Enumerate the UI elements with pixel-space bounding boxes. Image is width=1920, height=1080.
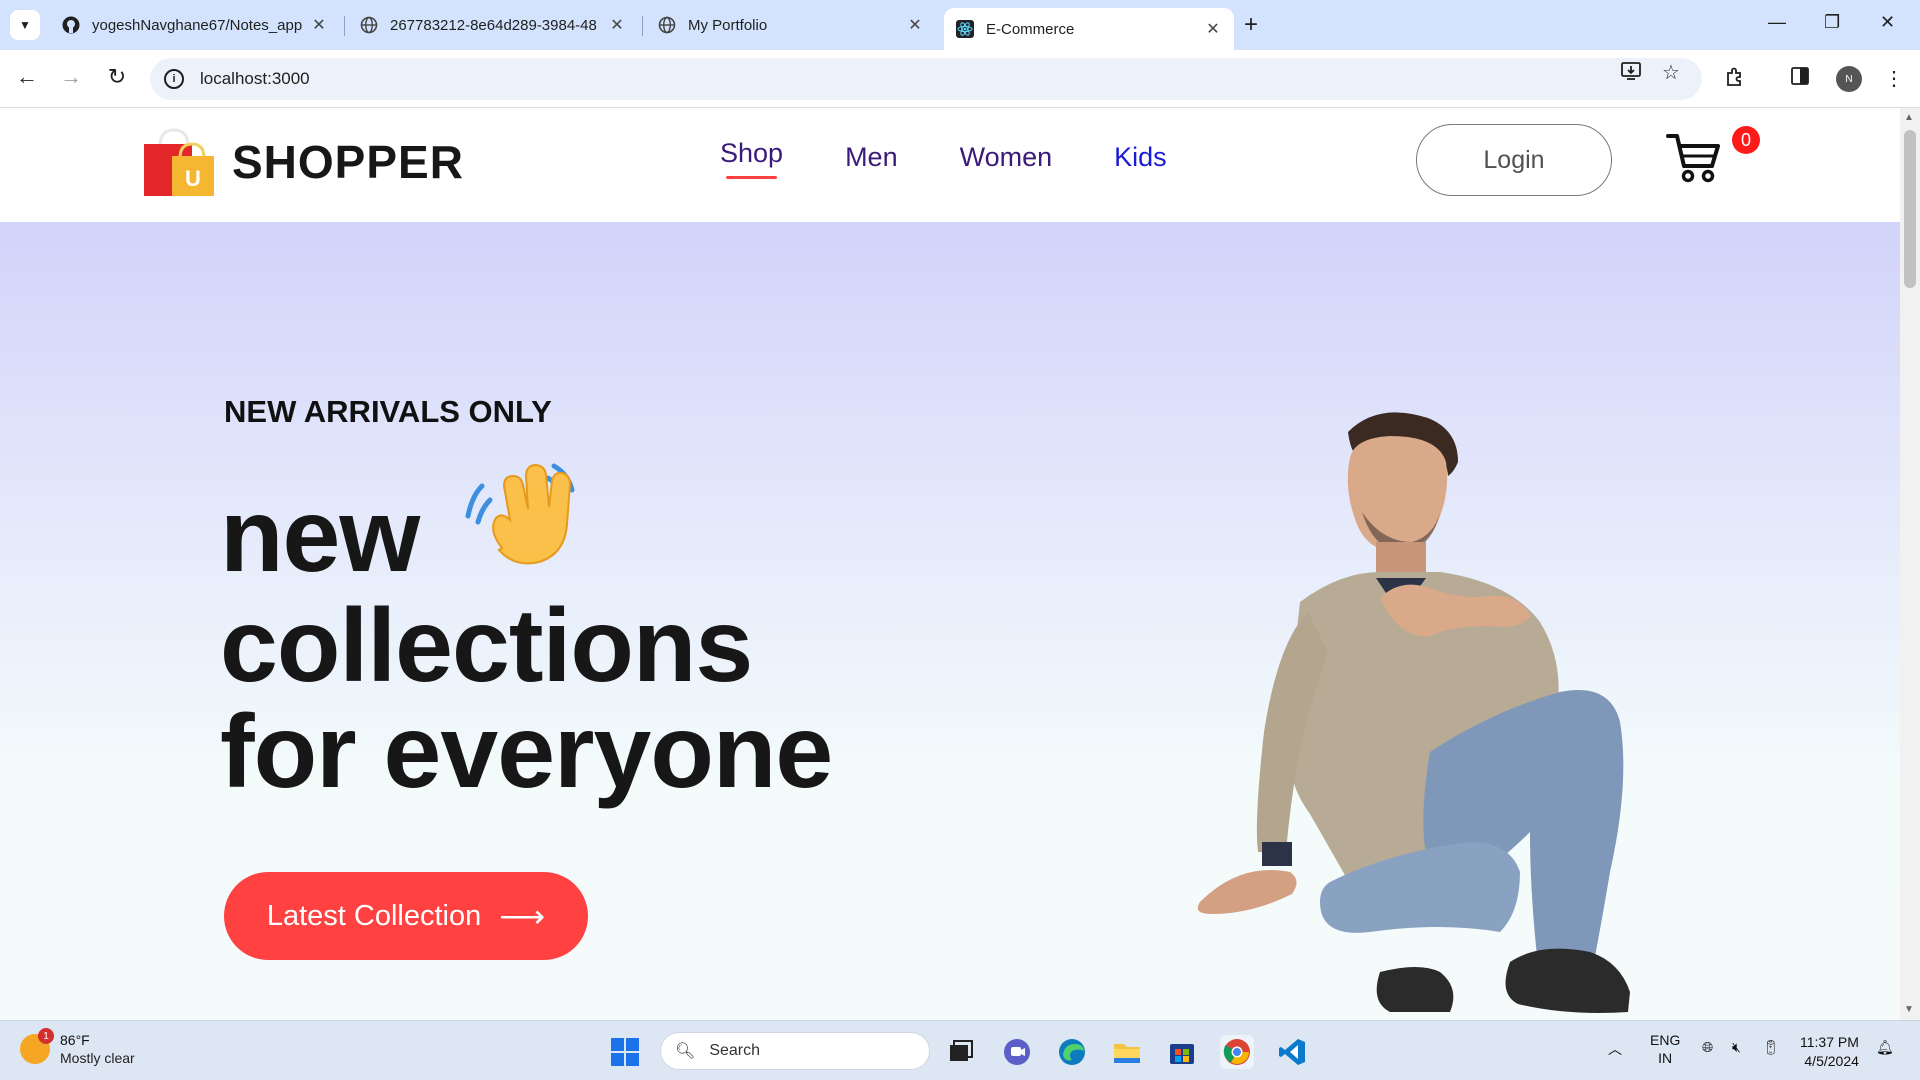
latest-collection-button[interactable]: Latest Collection ⟶ [224, 872, 588, 960]
tab-e-commerce[interactable]: E-Commerce ✕ [944, 8, 1234, 50]
menu-item-label: Men [845, 142, 898, 172]
cart-count-badge: 0 [1732, 126, 1760, 154]
shopping-bag-icon: U [142, 126, 216, 198]
vscode-icon[interactable] [1275, 1035, 1309, 1069]
reload-icon[interactable]: ↻ [102, 64, 132, 90]
tab-notes-app[interactable]: yogeshNavghane67/Notes_app ✕ [50, 8, 340, 42]
windows-taskbar: 1 86°F Mostly clear 🔍︎ Search ︿ ENG IN 🌐… [0, 1020, 1920, 1080]
tab-title: E-Commerce [986, 20, 1075, 38]
active-underline [726, 176, 778, 179]
react-icon [956, 20, 974, 38]
system-clock[interactable]: 11:37 PM 4/5/2024 [1800, 1033, 1859, 1071]
tab-search-button[interactable]: ▼ [10, 10, 40, 40]
back-arrow-icon[interactable]: ← [12, 64, 42, 90]
shop-logo[interactable]: U SHOPPER [142, 126, 464, 198]
tab-separator [642, 16, 643, 36]
weather-sun-icon: 1 [20, 1028, 54, 1064]
weather-condition: Mostly clear [60, 1050, 135, 1066]
menu-item-kids[interactable]: Kids [1114, 142, 1167, 173]
scroll-up-icon[interactable]: ▲ [1904, 112, 1914, 123]
tab-title: 267783212-8e64d289-3984-48 [390, 16, 597, 34]
menu-item-men[interactable]: Men [845, 142, 898, 173]
menu-item-women[interactable]: Women [960, 142, 1053, 173]
language-indicator[interactable]: ENG IN [1650, 1031, 1680, 1067]
hero-headline-line1: new [220, 478, 420, 594]
chevron-down-icon: ▼ [19, 18, 31, 32]
brand-name: SHOPPER [232, 136, 464, 188]
more-menu-icon[interactable]: ⋮ [1884, 66, 1904, 91]
site-info-icon[interactable]: i [164, 69, 184, 89]
close-icon[interactable]: ✕ [608, 15, 626, 35]
minimize-icon[interactable]: — [1768, 12, 1786, 33]
hero-headline-line2: collections [220, 588, 753, 704]
tab-image[interactable]: 267783212-8e64d289-3984-48 ✕ [348, 8, 638, 42]
forward-arrow-icon[interactable]: → [56, 64, 86, 90]
tab-title: yogeshNavghane67/Notes_app [92, 16, 302, 34]
weather-widget[interactable]: 1 86°F Mostly clear [20, 1028, 135, 1067]
tab-my-portfolio[interactable]: My Portfolio ✕ [646, 8, 936, 42]
browser-tab-strip: ▼ yogeshNavghane67/Notes_app ✕ 267783212… [0, 0, 1920, 50]
cta-label: Latest Collection [266, 899, 482, 932]
hero-headline-line3: for everyone [220, 694, 833, 810]
scrollbar-thumb[interactable] [1904, 130, 1916, 288]
hero-section: NEW ARRIVALS ONLY new collections for ev… [0, 222, 1900, 1020]
waving-hand-icon [462, 456, 588, 583]
hero-model-image [1180, 402, 1680, 1020]
scroll-down-icon[interactable]: ▼ [1904, 1004, 1914, 1015]
globe-icon [360, 16, 378, 34]
close-icon[interactable]: ✕ [310, 15, 328, 35]
install-app-icon[interactable] [1620, 60, 1642, 88]
menu-item-shop[interactable]: Shop [720, 138, 784, 179]
close-icon[interactable]: ✕ [906, 15, 924, 35]
file-explorer-icon[interactable] [1110, 1035, 1144, 1069]
page-scrollbar[interactable]: ▲ ▼ [1900, 108, 1920, 1020]
taskbar-search-placeholder: Search [709, 1042, 761, 1059]
speaker-muted-icon[interactable]: 🔇︎ [1732, 1039, 1741, 1056]
weather-badge: 1 [38, 1028, 54, 1044]
menu-item-label: Shop [720, 138, 784, 168]
hero-kicker: NEW ARRIVALS ONLY [224, 394, 552, 429]
teams-chat-icon[interactable] [1000, 1035, 1034, 1069]
network-globe-icon[interactable]: 🌐︎ [1702, 1039, 1713, 1056]
url-text[interactable]: localhost:3000 [200, 69, 310, 89]
restore-icon[interactable]: ❐ [1824, 12, 1840, 33]
task-view-icon[interactable] [944, 1035, 978, 1069]
browser-toolbar: ← → ↻ i localhost:3000 ☆ N ⋮ [0, 50, 1920, 108]
microsoft-store-icon[interactable] [1165, 1035, 1199, 1069]
github-icon [62, 16, 80, 34]
globe-icon [658, 16, 676, 34]
extensions-icon[interactable] [1724, 66, 1746, 94]
weather-temperature: 86°F [60, 1032, 90, 1048]
menu-item-label: Women [959, 142, 1053, 172]
login-button[interactable]: Login [1416, 124, 1612, 196]
show-hidden-icons-chevron-icon[interactable]: ︿ [1608, 1039, 1622, 1059]
close-icon[interactable]: ✕ [1204, 19, 1222, 39]
bookmark-star-icon[interactable]: ☆ [1662, 60, 1680, 85]
category-menu: Shop Men Women Kids [720, 138, 1229, 179]
taskbar-search-box[interactable]: 🔍︎ Search [660, 1032, 930, 1070]
address-bar[interactable]: i localhost:3000 [150, 58, 1702, 100]
battery-icon[interactable]: 🔋︎ [1762, 1039, 1780, 1056]
chrome-icon[interactable] [1220, 1035, 1254, 1069]
tab-title: My Portfolio [688, 16, 768, 34]
svg-text:U: U [185, 166, 201, 191]
new-tab-button[interactable]: + [1244, 12, 1258, 38]
search-icon: 🔍︎ [675, 1043, 696, 1060]
close-window-icon[interactable]: ✕ [1880, 12, 1895, 33]
arrow-right-icon: ⟶ [499, 898, 546, 934]
tab-separator [344, 16, 345, 36]
menu-item-label: Kids [1114, 142, 1167, 172]
windows-start-icon[interactable] [608, 1035, 642, 1069]
page-viewport: U SHOPPER Shop Men Women Kids Login 0 NE… [0, 108, 1900, 1020]
side-panel-icon[interactable] [1790, 66, 1810, 92]
profile-avatar[interactable]: N [1836, 66, 1862, 92]
notification-bell-icon[interactable]: 🔔︎ [1876, 1039, 1894, 1056]
shop-navbar: U SHOPPER Shop Men Women Kids Login 0 [0, 108, 1900, 222]
cart-icon[interactable] [1666, 132, 1722, 189]
edge-browser-icon[interactable] [1055, 1035, 1089, 1069]
